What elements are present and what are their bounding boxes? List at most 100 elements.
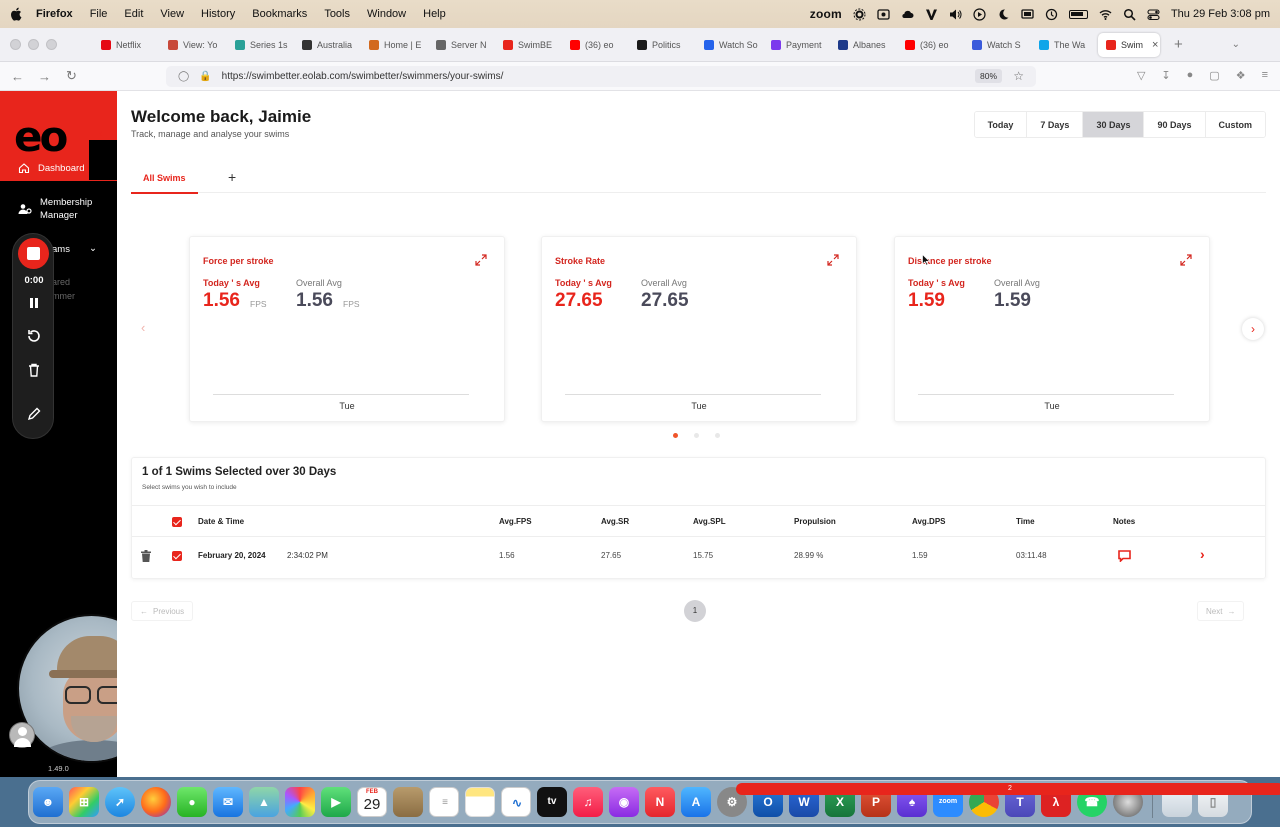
range-custom-button[interactable]: Custom <box>1205 112 1265 137</box>
expand-icon[interactable] <box>1180 254 1192 266</box>
time-machine-icon[interactable] <box>1045 8 1058 21</box>
lock-icon[interactable]: 🔒 <box>199 71 211 82</box>
pagination-page-1[interactable]: 1 <box>684 600 706 622</box>
column-header-avg-dps[interactable]: Avg.DPS <box>912 517 946 526</box>
maps-icon[interactable]: ▲ <box>249 787 279 817</box>
stocks-icon[interactable]: ∿ <box>501 787 531 817</box>
sidebar-collapse-toggle[interactable]: ‹ <box>89 128 117 180</box>
app-menu-icon[interactable]: ≡ <box>1262 69 1268 82</box>
account-icon[interactable]: ● <box>1187 69 1194 82</box>
display-status-icon[interactable] <box>1021 8 1034 21</box>
browser-tab[interactable]: Netflix <box>93 33 160 57</box>
moon-icon[interactable] <box>997 8 1010 21</box>
select-all-checkbox[interactable] <box>172 517 182 527</box>
browser-tab[interactable]: Watch S <box>964 33 1031 57</box>
apple-tv-icon[interactable]: tv <box>537 787 567 817</box>
screenshot-status-icon[interactable] <box>877 8 890 21</box>
play-status-icon[interactable] <box>973 7 986 21</box>
calendar-icon[interactable]: FEB 29 <box>357 787 387 817</box>
browser-tab[interactable]: Swim × <box>1098 32 1160 57</box>
row-select-checkbox[interactable] <box>172 551 182 561</box>
user-avatar[interactable] <box>9 722 35 748</box>
menu-tools[interactable]: Tools <box>324 8 350 20</box>
tracking-shield-icon[interactable]: ◯ <box>178 71 189 82</box>
browser-tab[interactable]: SwimBE <box>495 33 562 57</box>
sidebar-item-membership-manager[interactable]: Membership Manager <box>18 196 92 222</box>
browser-tab[interactable]: Australia <box>294 33 361 57</box>
column-header-notes[interactable]: Notes <box>1113 517 1135 526</box>
range-today-button[interactable]: Today <box>974 112 1028 137</box>
pause-icon[interactable] <box>25 294 43 312</box>
battery-icon[interactable] <box>1068 9 1088 19</box>
column-header-avg-sr[interactable]: Avg.SR <box>601 517 629 526</box>
browser-tab[interactable]: (36) eo <box>562 33 629 57</box>
column-header-propulsion[interactable]: Propulsion <box>794 517 836 526</box>
music-icon[interactable]: ♫ <box>573 787 603 817</box>
app-store-icon[interactable]: A <box>681 787 711 817</box>
expand-icon[interactable] <box>827 254 839 266</box>
back-arrow-icon[interactable]: ← <box>4 69 31 84</box>
sidebar-item-teams[interactable]: ams <box>52 243 70 256</box>
new-tab-button[interactable]: + <box>1174 36 1183 53</box>
column-header-avg-spl[interactable]: Avg.SPL <box>693 517 726 526</box>
extensions-icon[interactable]: ❖ <box>1236 69 1246 82</box>
pagination-previous-button[interactable]: ← Previous <box>131 601 194 621</box>
restart-icon[interactable] <box>25 327 43 345</box>
range-90-days-button[interactable]: 90 Days <box>1144 112 1206 137</box>
sidebar-item-dashboard[interactable]: Dashboard <box>0 155 90 181</box>
downloads-icon[interactable]: ↧ <box>1161 69 1170 82</box>
table-row[interactable]: February 20, 2024 2:34:02 PM 1.56 27.65 … <box>132 537 1265 575</box>
apple-menu-icon[interactable] <box>10 7 22 21</box>
add-tab-button[interactable]: + <box>228 169 236 185</box>
browser-tab[interactable]: Payment <box>763 33 830 57</box>
contacts-icon[interactable] <box>393 787 423 817</box>
list-all-tabs-chevron-icon[interactable]: ⌄ <box>1232 39 1240 50</box>
delete-recording-icon[interactable] <box>25 361 43 379</box>
gear-status-icon[interactable] <box>853 8 866 21</box>
carousel-dot[interactable] <box>673 433 678 438</box>
podcasts-icon[interactable]: ◉ <box>609 787 639 817</box>
browser-tab[interactable]: View: Yo <box>160 33 227 57</box>
column-header-time[interactable]: Time <box>1016 517 1035 526</box>
browser-tab[interactable]: Albanes <box>830 33 897 57</box>
volume-icon[interactable] <box>949 8 962 21</box>
facetime-icon[interactable]: ▶ <box>321 787 351 817</box>
wifi-icon[interactable] <box>1099 8 1112 21</box>
maximize-window-button[interactable] <box>46 39 57 50</box>
browser-tab[interactable]: (36) eo <box>897 33 964 57</box>
chevron-down-icon[interactable]: ⌄ <box>89 242 97 255</box>
reload-icon[interactable]: ↻ <box>58 68 85 84</box>
firefox-icon[interactable] <box>141 787 171 817</box>
launchpad-icon[interactable]: ⊞ <box>69 787 99 817</box>
messages-icon[interactable]: ● <box>177 787 207 817</box>
menu-file[interactable]: File <box>90 8 108 20</box>
cloud-status-icon[interactable] <box>901 8 914 21</box>
notes-app-icon[interactable] <box>465 787 495 817</box>
forward-arrow-icon[interactable]: → <box>31 69 58 84</box>
browser-tab[interactable]: Server N <box>428 33 495 57</box>
url-text[interactable]: https://swimbetter.eolab.com/swimbetter/… <box>222 71 504 82</box>
address-bar[interactable]: ◯ 🔒 https://swimbetter.eolab.com/swimbet… <box>166 66 1036 87</box>
zoom-status-item[interactable]: zoom <box>810 7 842 21</box>
minimize-window-button[interactable] <box>28 39 39 50</box>
range-7-days-button[interactable]: 7 Days <box>1027 112 1084 137</box>
pen-icon[interactable] <box>25 405 43 423</box>
carousel-dot[interactable] <box>694 433 699 438</box>
menubar-clock[interactable]: Thu 29 Feb 3:08 pm <box>1171 8 1270 20</box>
browser-tab[interactable]: Politics <box>629 33 696 57</box>
notes-icon[interactable] <box>1118 550 1131 562</box>
menu-window[interactable]: Window <box>367 8 406 20</box>
eo-logo[interactable]: eo <box>14 116 68 158</box>
close-window-button[interactable] <box>10 39 21 50</box>
control-center-icon[interactable] <box>1147 8 1160 21</box>
column-header-avg-fps[interactable]: Avg.FPS <box>499 517 532 526</box>
tab-all-swims[interactable]: All Swims <box>131 173 198 194</box>
pagination-next-button[interactable]: Next → <box>1197 601 1245 621</box>
menu-history[interactable]: History <box>201 8 235 20</box>
menu-help[interactable]: Help <box>423 8 446 20</box>
menu-bookmarks[interactable]: Bookmarks <box>252 8 307 20</box>
spotlight-search-icon[interactable] <box>1123 8 1136 21</box>
row-open-chevron-icon[interactable]: › <box>1200 546 1205 562</box>
bookmark-star-icon[interactable]: ☆ <box>1013 69 1024 83</box>
menu-edit[interactable]: Edit <box>124 8 143 20</box>
